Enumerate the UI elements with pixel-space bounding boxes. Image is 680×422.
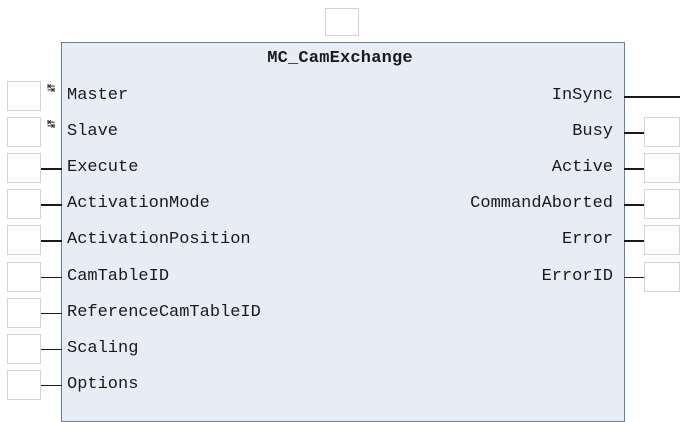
input-wire: [41, 276, 62, 278]
input-pin-slave: Slave: [67, 122, 119, 142]
output-wire: [624, 240, 644, 242]
input-wire: [41, 168, 62, 170]
in-out-arrow-icon: ↹: [47, 117, 55, 133]
instance-name-box[interactable]: [325, 8, 359, 36]
input-wire: [41, 204, 62, 206]
input-wire: [41, 240, 62, 242]
input-pin-camtableid: CamTableID: [67, 266, 170, 286]
output-value-box-active[interactable]: [644, 153, 680, 184]
output-wire: [624, 276, 644, 278]
input-pin-options: Options: [67, 374, 139, 394]
input-value-box-activationmode[interactable]: [7, 189, 41, 220]
output-wire: [624, 204, 644, 206]
output-value-box-busy[interactable]: [644, 117, 680, 148]
output-pin-commandaborted: CommandAborted: [470, 194, 613, 214]
output-pin-busy: Busy: [572, 122, 613, 142]
block-type-name: MC_CamExchange: [267, 49, 413, 68]
output-wire: [624, 132, 644, 134]
input-pin-master: Master: [67, 86, 129, 105]
input-value-box-options[interactable]: [7, 369, 41, 400]
input-wire: [41, 312, 62, 315]
input-value-box-scaling[interactable]: [7, 333, 41, 364]
output-value-box-error[interactable]: [644, 225, 680, 256]
input-value-box-camtableid[interactable]: [7, 261, 41, 292]
input-value-box-execute[interactable]: [7, 153, 41, 184]
input-pin-activationmode: ActivationMode: [67, 194, 210, 214]
input-wire: [41, 348, 62, 351]
output-value-box-errorid[interactable]: [644, 261, 680, 292]
input-wire: [41, 384, 62, 387]
input-value-box-referencecamtableid[interactable]: [7, 297, 41, 328]
output-pin-error: Error: [561, 230, 613, 250]
input-pin-execute: Execute: [67, 158, 139, 178]
input-pin-referencecamtableid: ReferenceCamTableID: [67, 302, 261, 322]
in-out-arrow-icon: ↹: [47, 81, 55, 96]
input-pin-activationposition: ActivationPosition: [67, 230, 251, 250]
output-wire: [624, 96, 680, 98]
input-value-box-slave[interactable]: [7, 117, 41, 148]
output-wire: [624, 168, 644, 170]
output-pin-active: Active: [551, 158, 613, 178]
input-pin-scaling: Scaling: [67, 338, 139, 358]
output-value-box-commandaborted[interactable]: [644, 189, 680, 220]
input-value-box-master[interactable]: [7, 81, 41, 111]
output-pin-errorid: ErrorID: [541, 266, 613, 286]
input-value-box-activationposition[interactable]: [7, 225, 41, 256]
output-pin-insync: InSync: [551, 86, 613, 105]
